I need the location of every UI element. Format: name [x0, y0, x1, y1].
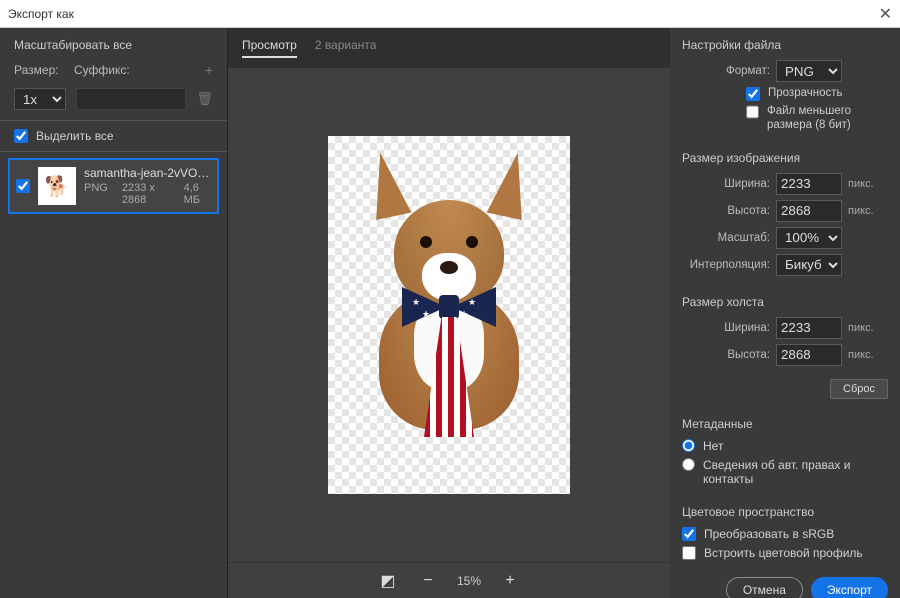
center-panel: Просмотр 2 варианта ★★ ★★: [228, 28, 670, 598]
asset-filesize: 4,6 МБ: [184, 182, 211, 206]
asset-item[interactable]: 🐕 samantha-jean-2vVOMuxR3XU-… PNG 2233 x…: [8, 158, 219, 214]
embed-profile-label: Встроить цветовой профиль: [704, 546, 863, 560]
tab-variants[interactable]: 2 варианта: [315, 38, 377, 58]
close-icon[interactable]: ✕: [879, 4, 892, 24]
convert-srgb-label: Преобразовать в sRGB: [704, 527, 834, 541]
canvas-options-icon[interactable]: ◩: [377, 570, 399, 592]
left-panel: Масштабировать все Размер: Суффикс: + 1x…: [0, 28, 228, 598]
format-label: Формат:: [682, 65, 770, 77]
smaller-file-checkbox[interactable]: [746, 105, 759, 119]
img-scale-label: Масштаб:: [682, 232, 770, 244]
img-width-input[interactable]: [776, 173, 842, 195]
transparency-label: Прозрачность: [768, 87, 843, 101]
right-panel: Настройки файла Формат: PNG Прозрачность…: [670, 28, 900, 598]
embed-profile-checkbox[interactable]: [682, 546, 696, 560]
add-scale-icon[interactable]: +: [205, 62, 213, 78]
asset-format: PNG: [84, 182, 108, 206]
convert-srgb-checkbox[interactable]: [682, 527, 696, 541]
transparency-checkbox[interactable]: [746, 87, 760, 101]
canvas-size-title: Размер холста: [682, 293, 888, 309]
metadata-title: Метаданные: [682, 415, 888, 431]
interp-label: Интерполяция:: [682, 259, 770, 271]
scale-all-header: Масштабировать все: [0, 28, 227, 58]
asset-checkbox[interactable]: [16, 179, 30, 193]
colorspace-title: Цветовое пространство: [682, 503, 888, 519]
img-height-label: Высота:: [682, 205, 770, 217]
zoom-bar: ◩ − 15% +: [228, 562, 670, 598]
titlebar: Экспорт как ✕: [0, 0, 900, 28]
interp-select[interactable]: Бикуби…: [776, 254, 842, 276]
cancel-button[interactable]: Отмена: [726, 577, 803, 598]
img-height-input[interactable]: [776, 200, 842, 222]
meta-copyright-label: Сведения об авт. правах и контакты: [703, 458, 888, 486]
window-title: Экспорт как: [8, 7, 74, 21]
zoom-out-icon[interactable]: −: [417, 570, 439, 592]
scale-select[interactable]: 1x: [14, 88, 66, 110]
asset-thumb: 🐕: [38, 167, 76, 205]
suffix-label: Суффикс:: [74, 63, 120, 77]
cvs-width-input[interactable]: [776, 317, 842, 339]
cvs-width-label: Ширина:: [682, 322, 770, 334]
select-all-checkbox[interactable]: [14, 129, 28, 143]
size-label: Размер:: [14, 63, 60, 77]
asset-dims: 2233 x 2868: [122, 182, 170, 206]
zoom-in-icon[interactable]: +: [499, 570, 521, 592]
image-size-title: Размер изображения: [682, 149, 888, 165]
smaller-file-label: Файл меньшего размера (8 бит): [767, 105, 888, 133]
meta-none-label: Нет: [703, 439, 723, 453]
cvs-height-input[interactable]: [776, 344, 842, 366]
zoom-value: 15%: [457, 574, 481, 588]
px-unit: пикс.: [848, 178, 874, 190]
meta-none-radio[interactable]: [682, 439, 695, 452]
img-width-label: Ширина:: [682, 178, 770, 190]
preview-area[interactable]: ★★ ★★: [228, 68, 670, 562]
tab-preview[interactable]: Просмотр: [242, 38, 297, 58]
file-settings-title: Настройки файла: [682, 36, 888, 52]
delete-scale-icon[interactable]: 🗑: [196, 91, 213, 107]
meta-copyright-radio[interactable]: [682, 458, 695, 471]
img-scale-select[interactable]: 100%: [776, 227, 842, 249]
suffix-input[interactable]: [76, 88, 186, 110]
reset-button[interactable]: Сброс: [830, 379, 888, 399]
cvs-height-label: Высота:: [682, 349, 770, 361]
asset-name: samantha-jean-2vVOMuxR3XU-…: [84, 166, 211, 180]
export-button[interactable]: Экспорт: [811, 577, 888, 598]
select-all-label: Выделить все: [36, 129, 114, 143]
format-select[interactable]: PNG: [776, 60, 842, 82]
preview-canvas: ★★ ★★: [328, 136, 570, 494]
